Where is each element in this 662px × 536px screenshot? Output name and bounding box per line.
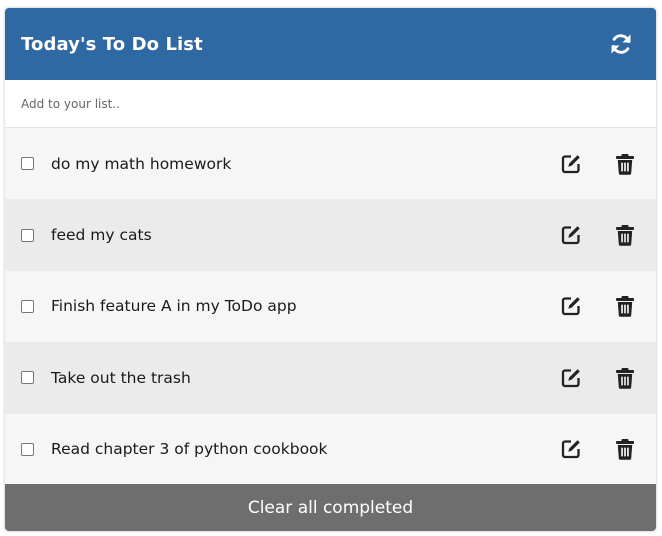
todo-checkbox[interactable] (21, 157, 34, 171)
add-todo-input[interactable] (21, 96, 640, 111)
edit-icon[interactable] (560, 295, 582, 317)
page-title: Today's To Do List (21, 33, 203, 55)
trash-icon[interactable] (614, 367, 636, 389)
list-item: feed my cats (5, 199, 656, 271)
todo-card: Today's To Do List do my math homework (5, 8, 656, 531)
todo-text: Take out the trash (51, 368, 191, 387)
header: Today's To Do List (5, 8, 656, 80)
edit-icon[interactable] (560, 367, 582, 389)
refresh-icon[interactable] (608, 31, 634, 57)
clear-completed-button[interactable]: Clear all completed (5, 484, 656, 531)
list-item: Take out the trash (5, 342, 656, 414)
list-item: Finish feature A in my ToDo app (5, 270, 656, 343)
item-actions (560, 295, 636, 318)
trash-icon[interactable] (614, 438, 636, 461)
trash-icon[interactable] (614, 224, 636, 246)
todo-list: do my math homework feed my cats Finish … (5, 128, 656, 485)
todo-checkbox[interactable] (21, 228, 34, 242)
todo-checkbox[interactable] (21, 442, 34, 456)
edit-icon[interactable] (560, 438, 582, 460)
item-actions (560, 438, 636, 461)
todo-text: do my math homework (51, 154, 232, 173)
edit-icon[interactable] (560, 224, 582, 246)
item-actions (560, 153, 636, 175)
edit-icon[interactable] (560, 153, 582, 175)
add-row (5, 80, 656, 128)
list-item: do my math homework (5, 128, 656, 200)
list-item: Read chapter 3 of python cookbook (5, 413, 656, 485)
todo-checkbox[interactable] (21, 299, 34, 313)
todo-text: feed my cats (51, 226, 152, 245)
trash-icon[interactable] (614, 153, 636, 175)
item-actions (560, 367, 636, 389)
todo-checkbox[interactable] (21, 371, 34, 385)
item-actions (560, 224, 636, 246)
todo-text: Read chapter 3 of python cookbook (51, 440, 328, 459)
todo-text: Finish feature A in my ToDo app (51, 297, 297, 316)
trash-icon[interactable] (614, 295, 636, 318)
